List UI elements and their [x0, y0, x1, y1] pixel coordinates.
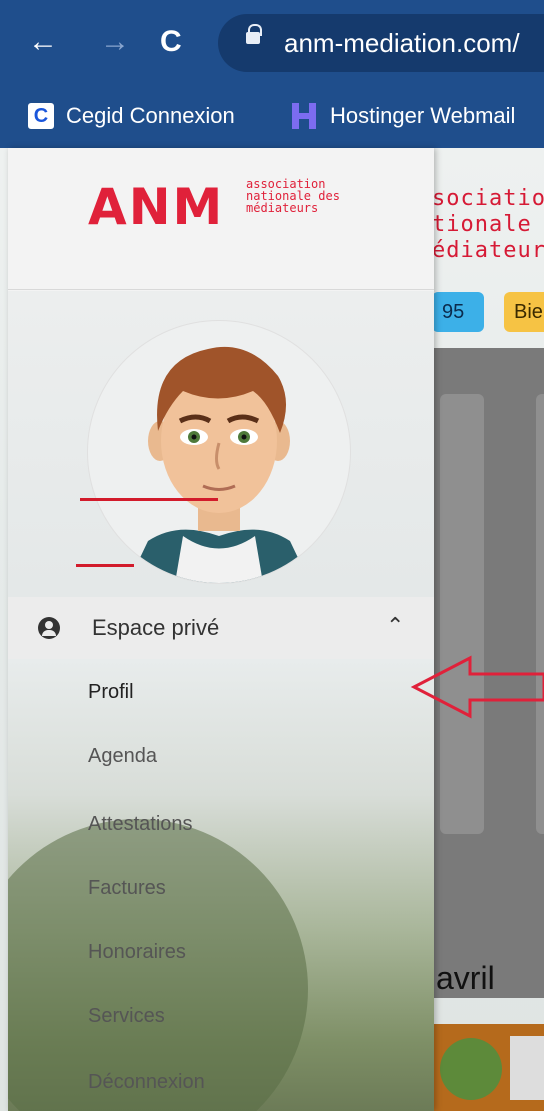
menu-item-agenda[interactable]: Agenda — [88, 745, 157, 768]
url-text: anm-mediation.com/ — [284, 28, 520, 58]
menu-item-honoraires[interactable]: Honoraires — [88, 941, 186, 964]
bookmark-label: Cegid Connexion — [66, 103, 235, 128]
espace-prive-label: Espace privé — [92, 615, 220, 640]
news-thumbnail-image[interactable] — [510, 1036, 544, 1100]
count-badge: 95 — [432, 292, 484, 332]
welcome-badge: Bie — [504, 292, 544, 332]
content-card — [536, 394, 544, 834]
hostinger-h-icon — [292, 103, 316, 129]
anm-logo-text: ANM — [88, 178, 225, 236]
side-drawer: ANM association nationale des médiateurs — [8, 148, 434, 1111]
bookmarks-bar: C Cegid Connexion Hostinger Webmail — [0, 86, 544, 148]
forward-arrow-icon[interactable]: → — [100, 22, 130, 62]
annotation-underline — [80, 498, 218, 501]
content-card — [440, 394, 484, 834]
annotation-underline — [76, 564, 134, 567]
bookmark-cegid[interactable]: C Cegid Connexion — [28, 100, 235, 132]
annotation-arrow-icon — [410, 655, 544, 719]
news-thumbnail-image[interactable] — [440, 1038, 502, 1100]
logo-subtitle-line: médiateurs — [246, 201, 319, 215]
avatar[interactable] — [88, 321, 350, 583]
anm-logo[interactable]: ANM — [88, 178, 224, 236]
menu-item-factures[interactable]: Factures — [88, 877, 166, 900]
browser-toolbar: ← → C anm-mediation.com/ C Cegid Connexi… — [0, 0, 544, 148]
address-bar[interactable]: anm-mediation.com/ — [218, 14, 544, 72]
avatar-illustration — [128, 346, 310, 583]
user-circle-icon — [38, 617, 60, 639]
site-title-line: édiateur — [432, 238, 544, 263]
lock-icon — [246, 24, 262, 44]
menu-item-attestations[interactable]: Attestations — [88, 813, 193, 836]
site-title-line: tionale — [432, 212, 532, 237]
site-title-line: sociatio — [432, 186, 544, 211]
navigation-row: ← → C anm-mediation.com/ — [0, 0, 544, 86]
espace-prive-menu: Profil Agenda Attestations Factures Hono… — [8, 659, 434, 1111]
background-hill-decoration — [8, 819, 308, 1111]
menu-item-profil[interactable]: Profil — [88, 681, 134, 704]
espace-prive-header[interactable]: Espace privé ⌃ — [8, 597, 434, 659]
back-arrow-icon[interactable]: ← — [28, 22, 58, 62]
logo-header: ANM association nationale des médiateurs — [8, 148, 434, 290]
site-title: sociatio tionale édiateur — [432, 186, 544, 264]
bookmark-label: Hostinger Webmail — [330, 103, 516, 128]
bookmark-hostinger[interactable]: Hostinger Webmail — [292, 100, 515, 132]
cegid-c-icon: C — [28, 103, 54, 129]
reload-icon[interactable]: C — [160, 22, 182, 62]
logo-subtitle: association nationale des médiateurs — [246, 178, 340, 214]
chevron-up-icon[interactable]: ⌃ — [386, 613, 404, 639]
menu-item-deconnexion[interactable]: Déconnexion — [88, 1071, 205, 1094]
profile-banner — [8, 291, 434, 597]
menu-item-services[interactable]: Services — [88, 1005, 165, 1028]
month-heading: avril — [436, 960, 495, 996]
